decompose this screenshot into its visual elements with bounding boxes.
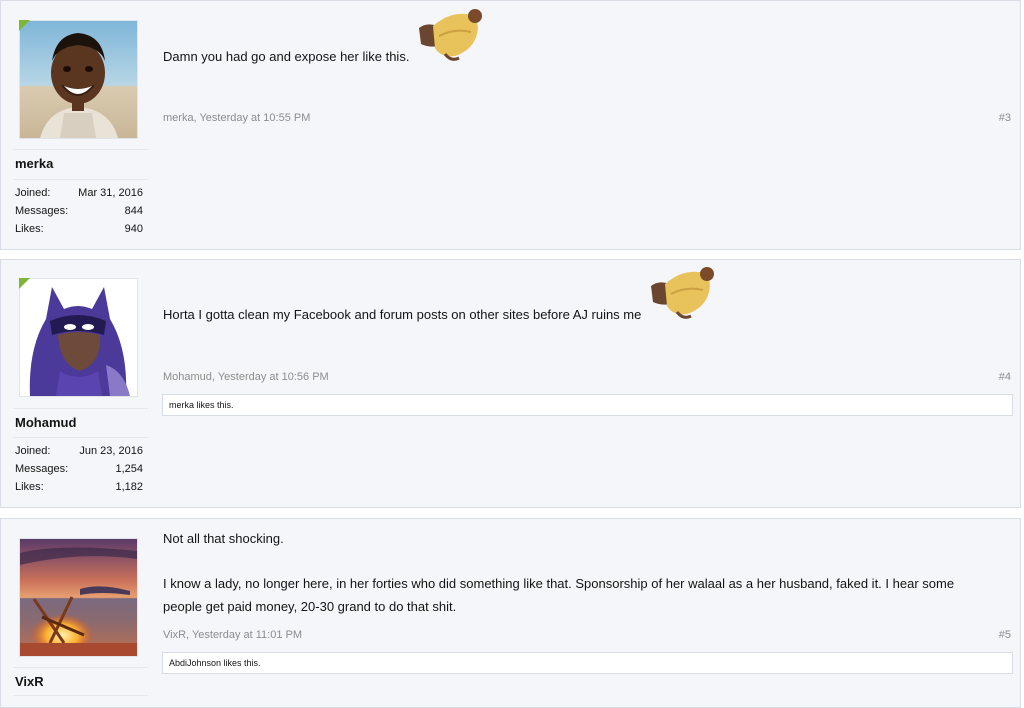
post-number[interactable]: #3 bbox=[999, 112, 1011, 124]
stat-joined: Joined: Jun 23, 2016 bbox=[15, 442, 143, 460]
stat-value: Jun 23, 2016 bbox=[79, 445, 143, 457]
crawling-man-emoji-icon bbox=[647, 264, 719, 327]
stat-likes: Likes: 940 bbox=[15, 220, 143, 238]
user-stats: Joined: Jun 23, 2016 Messages: 1,254 Lik… bbox=[15, 442, 143, 496]
avatar[interactable] bbox=[19, 538, 138, 657]
beach-campfire-avatar-icon bbox=[20, 539, 137, 656]
message-body: Damn you had go and expose her like this… bbox=[163, 9, 487, 69]
likes-summary[interactable]: AbdiJohnson likes this. bbox=[162, 652, 1013, 674]
avatar[interactable] bbox=[19, 278, 138, 397]
crawling-man-emoji-icon bbox=[415, 6, 487, 69]
stat-messages: Messages: 844 bbox=[15, 202, 143, 220]
stat-label: Joined: bbox=[15, 445, 51, 457]
post-number[interactable]: #5 bbox=[999, 629, 1011, 641]
message-body: Horta I gotta clean my Facebook and foru… bbox=[163, 267, 719, 327]
post-3: merka Joined: Mar 31, 2016 Messages: 844… bbox=[0, 0, 1021, 250]
smiling-boy-avatar-icon bbox=[20, 21, 137, 138]
stat-label: Messages: bbox=[15, 205, 69, 217]
post-number[interactable]: #4 bbox=[999, 371, 1011, 383]
message-text: Not all that shocking. bbox=[163, 531, 284, 546]
stat-label: Likes: bbox=[15, 223, 44, 235]
stat-joined: Joined: Mar 31, 2016 bbox=[15, 184, 143, 202]
stat-messages: Messages: 1,254 bbox=[15, 460, 143, 478]
message-text: Damn you had go and expose her like this… bbox=[163, 49, 410, 64]
message-text: people get paid money, 20-30 grand to do… bbox=[163, 599, 457, 614]
online-indicator-icon bbox=[19, 278, 30, 289]
post-4: Mohamud Joined: Jun 23, 2016 Messages: 1… bbox=[0, 259, 1021, 508]
stat-label: Likes: bbox=[15, 481, 44, 493]
stat-likes: Likes: 1,182 bbox=[15, 478, 143, 496]
stat-value: Mar 31, 2016 bbox=[78, 187, 143, 199]
user-stats: Joined: Mar 31, 2016 Messages: 844 Likes… bbox=[15, 184, 143, 238]
online-indicator-icon bbox=[19, 20, 30, 31]
post-meta[interactable]: VixR, Yesterday at 11:01 PM bbox=[163, 629, 302, 641]
stat-value: 1,182 bbox=[115, 481, 143, 493]
stat-label: Messages: bbox=[15, 463, 69, 475]
stat-value: 940 bbox=[124, 223, 143, 235]
message-body: Not all that shocking. I know a lady, no… bbox=[163, 527, 1003, 618]
avatar[interactable] bbox=[19, 20, 138, 139]
post-5: VixR Not all that shocking. I know a lad… bbox=[0, 518, 1021, 708]
stat-value[interactable]: 1,254 bbox=[115, 460, 143, 478]
post-meta[interactable]: merka, Yesterday at 10:55 PM bbox=[163, 112, 310, 124]
stat-label: Joined: bbox=[15, 187, 51, 199]
username[interactable]: VixR bbox=[15, 674, 44, 689]
hooded-hero-avatar-icon bbox=[20, 279, 137, 396]
username[interactable]: merka bbox=[15, 156, 53, 171]
stat-value[interactable]: 844 bbox=[125, 202, 143, 220]
message-text: I know a lady, no longer here, in her fo… bbox=[163, 576, 955, 591]
post-meta[interactable]: Mohamud, Yesterday at 10:56 PM bbox=[163, 371, 329, 383]
message-text: Horta I gotta clean my Facebook and foru… bbox=[163, 307, 642, 322]
username[interactable]: Mohamud bbox=[15, 415, 76, 430]
likes-summary[interactable]: merka likes this. bbox=[162, 394, 1013, 416]
